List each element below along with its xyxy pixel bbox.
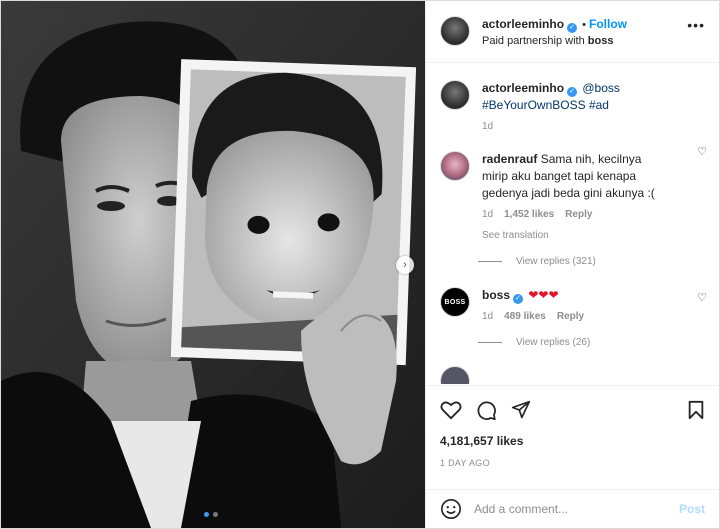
comment-likes[interactable]: 489 likes <box>504 308 546 325</box>
carousel-indicator <box>204 512 218 517</box>
comment-icon[interactable] <box>476 400 497 421</box>
verified-badge-icon: ✓ <box>567 87 578 97</box>
view-replies-button[interactable]: View replies (26) <box>478 337 719 348</box>
comment-item: BOSS boss ✓ ❤❤❤ 1d 489 likes Reply ♡ <box>426 267 719 325</box>
emoji-icon[interactable] <box>440 498 462 520</box>
like-heart-icon[interactable] <box>440 400 462 420</box>
view-replies-button[interactable]: View replies (321) <box>478 256 719 267</box>
more-options-icon[interactable]: ••• <box>687 17 705 33</box>
comments-list: actorleeminho ✓ @boss #BeYourOwnBOSS #ad … <box>426 64 719 384</box>
post-header: actorleeminho ✓ • Follow Paid partnership… <box>426 1 719 63</box>
like-comment-heart-icon[interactable]: ♡ <box>697 291 707 304</box>
comment-item <box>426 348 719 384</box>
post-comment-button[interactable]: Post <box>679 502 705 516</box>
post-side-panel: actorleeminho ✓ • Follow Paid partnership… <box>425 1 719 528</box>
caption-username[interactable]: actorleeminho <box>482 81 564 95</box>
comment-item: radenrauf Sama nih, kecilnya mirip aku b… <box>426 135 719 244</box>
caption-time[interactable]: 1d <box>482 118 493 135</box>
add-comment-input[interactable]: Add a comment... <box>474 502 679 516</box>
caption-avatar[interactable] <box>440 80 470 110</box>
comment-text-line: gedenya jadi beda gini akunya :( <box>482 186 655 200</box>
post-media[interactable]: › <box>1 1 425 528</box>
instagram-post: › actorleeminho ✓ • Follow Paid partnersh… <box>0 0 720 529</box>
carousel-dot-active <box>204 512 209 517</box>
reply-button[interactable]: Reply <box>565 206 592 223</box>
replies-divider <box>478 261 502 262</box>
comment-text-line: mirip aku banget tapi kenapa <box>482 169 637 183</box>
partner-link[interactable]: boss <box>588 35 614 47</box>
post-actions: 4,181,657 likes 1 DAY AGO <box>426 385 719 491</box>
comment-text: Sama nih, kecilnya <box>540 152 642 166</box>
boss-avatar[interactable]: BOSS <box>440 287 470 317</box>
verified-badge-icon: ✓ <box>513 294 524 304</box>
comment-likes[interactable]: 1,452 likes <box>504 206 554 223</box>
reply-button[interactable]: Reply <box>557 308 584 325</box>
next-slide-button[interactable]: › <box>396 256 414 274</box>
comment-time[interactable]: 1d <box>482 206 493 223</box>
caption-mention[interactable]: @boss <box>582 81 620 95</box>
commenter-username[interactable]: radenrauf <box>482 152 537 166</box>
view-replies-label: View replies (321) <box>516 256 596 267</box>
share-send-icon[interactable] <box>511 400 531 420</box>
partnership-label: Paid partnership with <box>482 35 585 47</box>
caption: actorleeminho ✓ @boss #BeYourOwnBOSS #ad … <box>426 64 719 135</box>
author-username[interactable]: actorleeminho <box>482 17 564 31</box>
add-comment-bar: Add a comment... Post <box>426 489 719 528</box>
save-bookmark-icon[interactable] <box>687 400 705 420</box>
like-comment-heart-icon[interactable]: ♡ <box>697 145 707 158</box>
view-replies-label: View replies (26) <box>516 337 591 348</box>
likes-count[interactable]: 4,181,657 likes <box>440 434 705 448</box>
follow-button[interactable]: Follow <box>589 17 627 31</box>
post-photo <box>1 1 425 528</box>
comment-text: ❤❤❤ <box>528 288 559 302</box>
commenter-username[interactable]: boss <box>482 288 510 302</box>
chevron-right-icon: › <box>403 259 407 271</box>
see-translation-button[interactable]: See translation <box>482 227 705 244</box>
caption-hashtags[interactable]: #BeYourOwnBOSS #ad <box>482 98 609 112</box>
author-avatar[interactable] <box>440 16 470 46</box>
verified-badge-icon: ✓ <box>567 23 578 33</box>
carousel-dot <box>213 512 218 517</box>
commenter-avatar[interactable] <box>440 151 470 181</box>
commenter-avatar[interactable] <box>440 366 470 384</box>
comment-time[interactable]: 1d <box>482 308 493 325</box>
replies-divider <box>478 342 502 343</box>
post-timestamp[interactable]: 1 DAY AGO <box>440 458 705 468</box>
